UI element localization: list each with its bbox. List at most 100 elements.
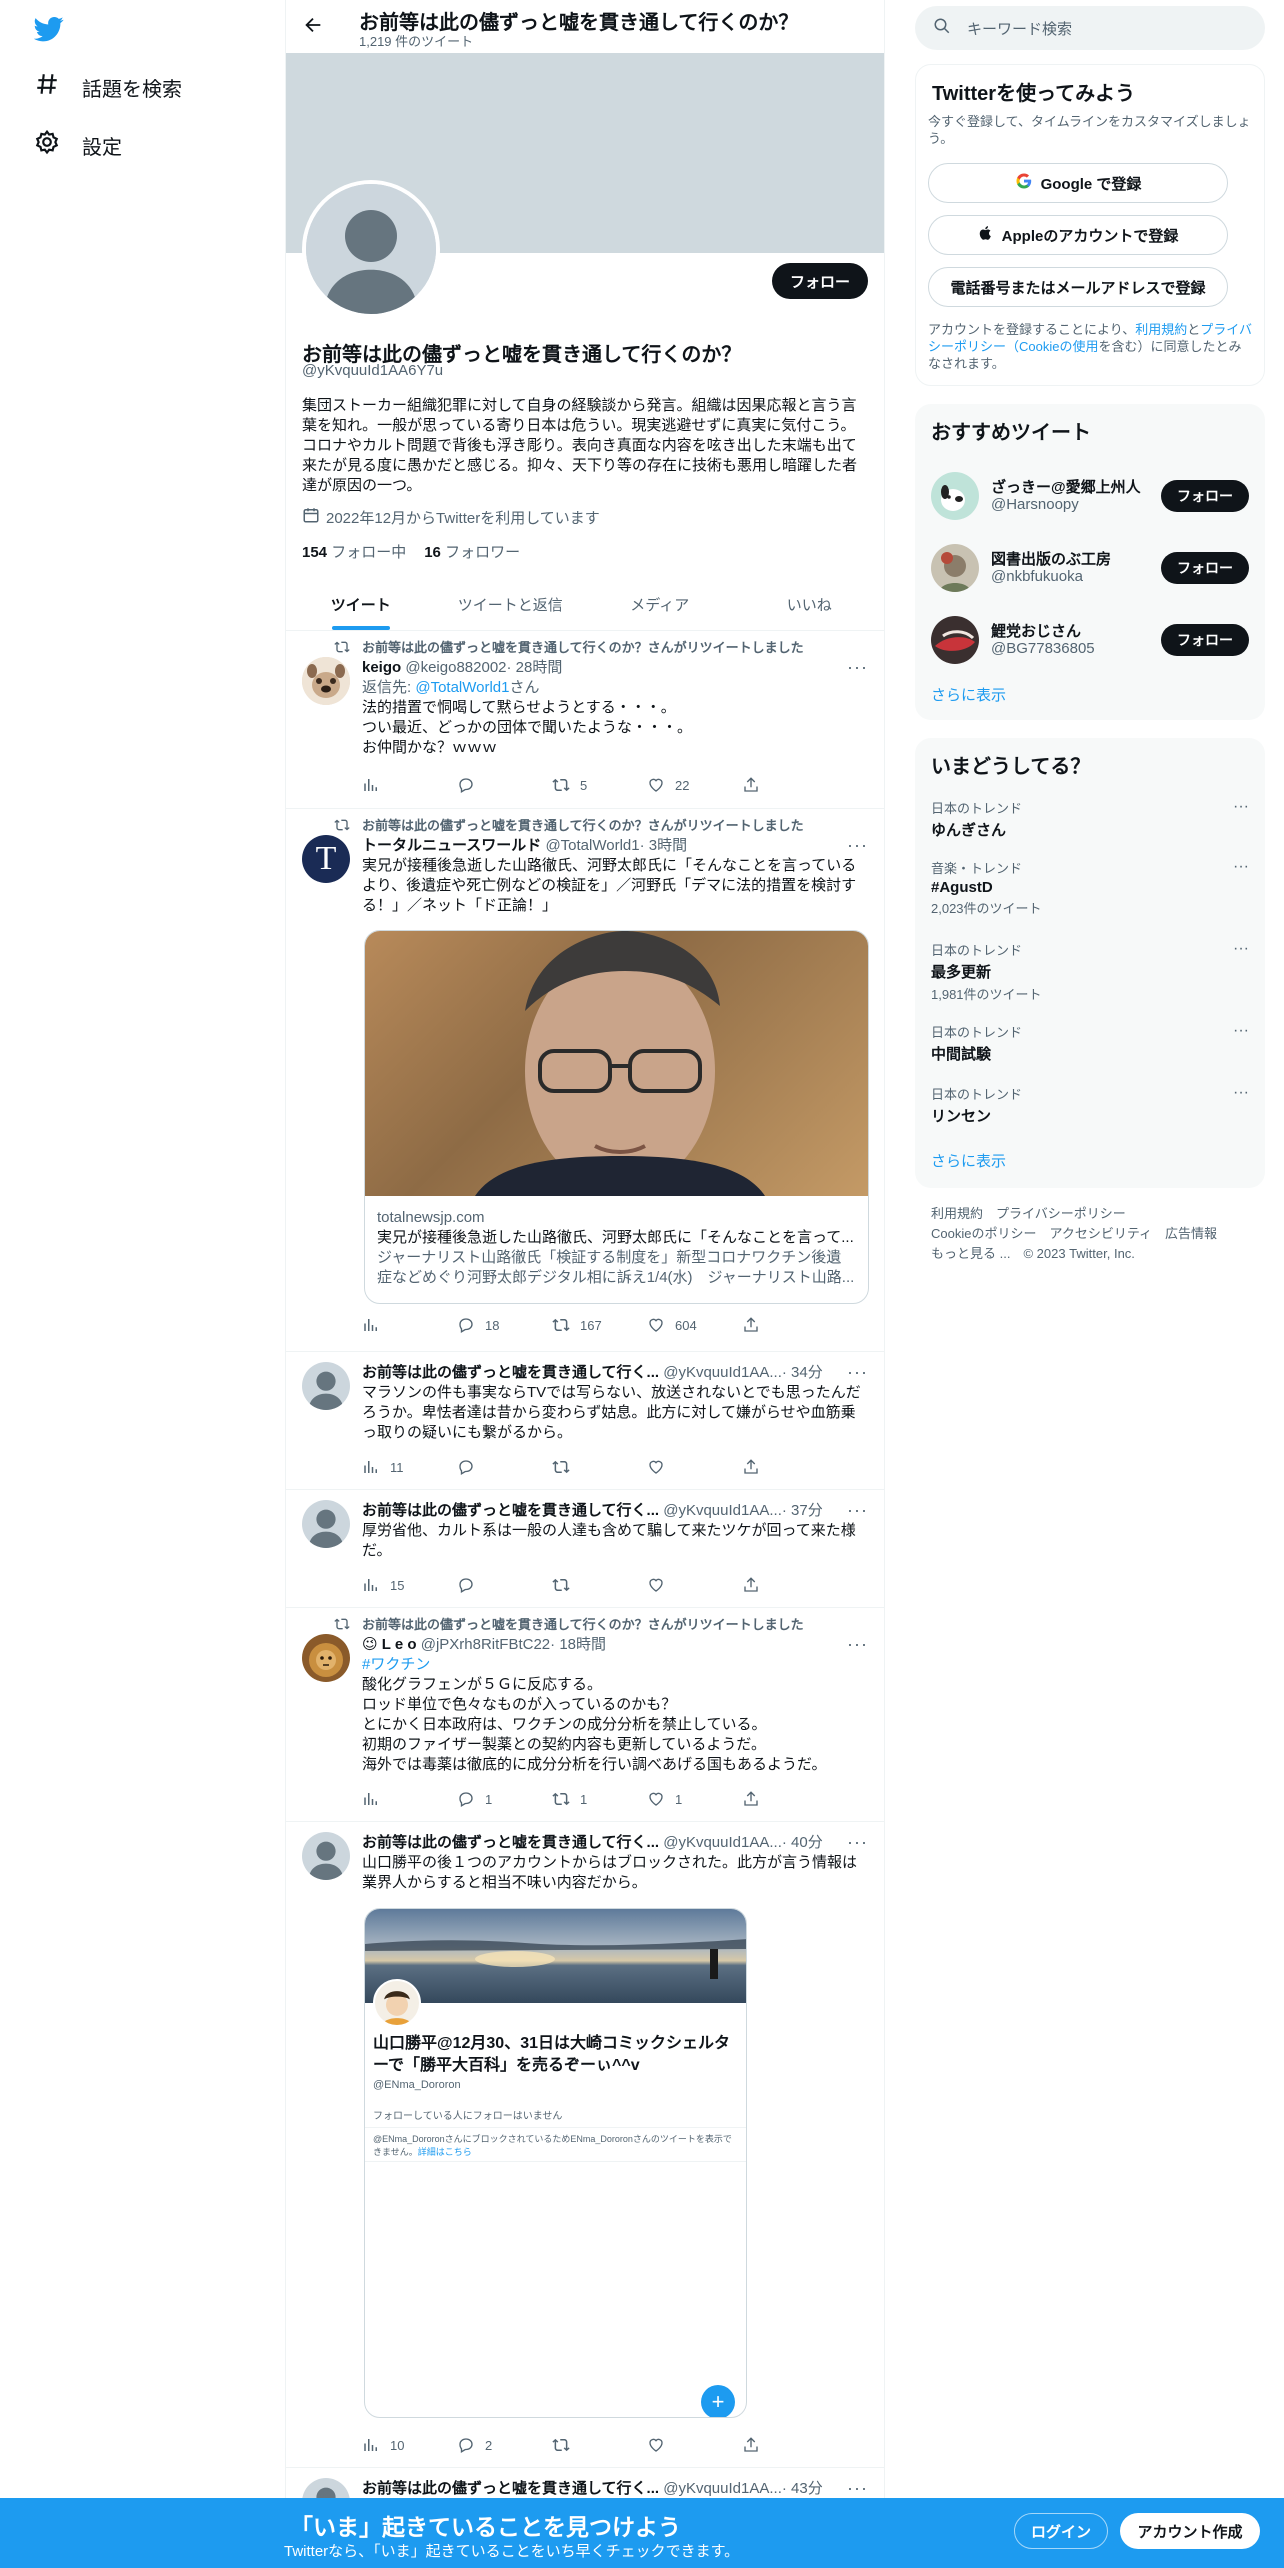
nav-settings[interactable]: 設定 bbox=[34, 125, 122, 165]
avatar[interactable]: T bbox=[302, 835, 350, 883]
tweet-time: · 18時間 bbox=[550, 1636, 607, 1653]
tweet[interactable]: お前等は此の儘ずっと嘘を貫き通して行くのか？さんがリツイートしました ··· 😉… bbox=[286, 1608, 884, 1822]
trend-context: 音楽・トレンド bbox=[931, 861, 1023, 876]
follow-button[interactable]: フォロー bbox=[1161, 624, 1249, 656]
tweet[interactable]: ··· お前等は此の儘ずっと嘘を貫き通して行く... @yKvquuId1AA.… bbox=[286, 1822, 884, 2468]
apple-signup-label: Appleのアカウントで登録 bbox=[1001, 227, 1179, 245]
trend-item[interactable]: 日本のトレンド リンセン ··· bbox=[931, 1084, 1249, 1126]
reply-icon bbox=[459, 1460, 473, 1475]
trend-item[interactable]: 音楽・トレンド #AgustD 2,023件のツイート ··· bbox=[931, 858, 1249, 917]
followers-link[interactable]: 16 フォロワー bbox=[424, 541, 520, 562]
reply-button[interactable] bbox=[457, 1576, 517, 1594]
back-arrow-icon[interactable] bbox=[302, 14, 326, 38]
share-button[interactable] bbox=[742, 1576, 802, 1594]
tab-tweets-replies[interactable]: ツイートと返信 bbox=[436, 578, 586, 630]
tweet[interactable]: ··· お前等は此の儘ずっと嘘を貫き通して行く... @yKvquuId1AA.… bbox=[286, 1490, 884, 1608]
avatar[interactable] bbox=[302, 1362, 350, 1410]
retweet-icon bbox=[552, 1460, 570, 1474]
like-button[interactable] bbox=[647, 1458, 707, 1476]
trend-item[interactable]: 日本のトレンド ゆんぎさん ··· bbox=[931, 798, 1249, 840]
like-button[interactable]: 1 bbox=[647, 1790, 707, 1808]
footer-line[interactable]: もっと見る ... © 2023 Twitter, Inc. bbox=[931, 1244, 1217, 1264]
tweet[interactable]: ··· お前等は此の儘ずっと嘘を貫き通して行く... @yKvquuId1AA.… bbox=[286, 1352, 884, 1490]
avatar[interactable] bbox=[302, 1500, 350, 1548]
follow-button[interactable]: フォロー bbox=[771, 263, 868, 299]
trend-item[interactable]: 日本のトレンド 最多更新 1,981件のツイート ··· bbox=[931, 940, 1249, 1003]
hashtag-link[interactable]: #ワクチン bbox=[362, 1655, 868, 1675]
tweet-body: keigo @keigo882002· 28時間 返信先: @TotalWorl… bbox=[362, 658, 868, 758]
reply-button[interactable]: 1 bbox=[457, 1790, 517, 1808]
follow-button[interactable]: フォロー bbox=[1161, 480, 1249, 512]
following-link[interactable]: 154 フォロー中 bbox=[302, 541, 406, 562]
link-domain: totalnewsjp.com bbox=[377, 1209, 485, 1226]
views-button[interactable]: 10 bbox=[362, 2436, 422, 2454]
trend-count: 1,981件のツイート bbox=[931, 987, 1042, 1002]
views-button[interactable] bbox=[362, 776, 422, 794]
like-button[interactable] bbox=[647, 2436, 707, 2454]
show-more-link[interactable]: さらに表示 bbox=[931, 1150, 1006, 1171]
more-icon[interactable]: ··· bbox=[1233, 940, 1249, 958]
reply-to-link[interactable]: @TotalWorld1 bbox=[415, 679, 509, 696]
reply-button[interactable] bbox=[457, 1458, 517, 1476]
views-button[interactable]: 15 bbox=[362, 1576, 422, 1594]
retweet-button[interactable]: 1 bbox=[552, 1790, 612, 1808]
profile-bio: 集団ストーカー組織犯罪に対して自身の経験談から発言。組織は因果応報と言う言葉を知… bbox=[302, 397, 858, 494]
like-button[interactable]: 22 bbox=[647, 776, 707, 794]
retweet-button[interactable]: 5 bbox=[552, 776, 612, 794]
retweet-button[interactable] bbox=[552, 2436, 612, 2454]
tweet-time: · 28時間 bbox=[506, 659, 563, 676]
more-icon[interactable]: ··· bbox=[1233, 858, 1249, 876]
login-button[interactable]: ログイン bbox=[1014, 2513, 1108, 2549]
share-button[interactable] bbox=[742, 1316, 802, 1334]
like-button[interactable] bbox=[647, 1576, 707, 1594]
link-card[interactable]: totalnewsjp.com 実兄が接種後急逝した山路徹氏、河野太郎氏に「そん… bbox=[364, 930, 869, 1304]
retweet-button[interactable] bbox=[552, 1458, 612, 1476]
more-icon[interactable]: ··· bbox=[1233, 798, 1249, 816]
views-button[interactable] bbox=[362, 1316, 422, 1334]
share-button[interactable] bbox=[742, 1458, 802, 1476]
tab-media[interactable]: メディア bbox=[585, 578, 735, 630]
reply-button[interactable]: 18 bbox=[457, 1316, 517, 1334]
retweet-icon bbox=[552, 1318, 570, 1332]
follow-button[interactable]: フォロー bbox=[1161, 552, 1249, 584]
reply-button[interactable]: 2 bbox=[457, 2436, 517, 2454]
avatar[interactable] bbox=[302, 1634, 350, 1682]
phone-signup-button[interactable]: 電話番号またはメールアドレスで登録 bbox=[928, 267, 1228, 307]
share-button[interactable] bbox=[742, 1790, 802, 1808]
views-button[interactable] bbox=[362, 1790, 422, 1808]
recommend-user[interactable]: 図書出版のぶ工房 @nkbfukuoka フォロー bbox=[915, 532, 1265, 604]
twitter-logo-icon[interactable] bbox=[33, 14, 64, 44]
share-button[interactable] bbox=[742, 776, 802, 794]
share-button[interactable] bbox=[742, 2436, 802, 2454]
trend-context: 日本のトレンド bbox=[931, 1087, 1023, 1102]
search-box[interactable]: キーワード検索 bbox=[915, 6, 1265, 50]
embedded-image[interactable]: 山口勝平@12月30、31日は大崎コミックシェルターで「勝平大百科」を売るぞーぃ… bbox=[364, 1908, 747, 2418]
nav-explore[interactable]: 話題を検索 bbox=[34, 67, 182, 107]
like-button[interactable]: 604 bbox=[647, 1316, 707, 1334]
avatar[interactable] bbox=[302, 657, 350, 705]
google-signup-button[interactable]: Google で登録 bbox=[928, 163, 1228, 203]
tweet[interactable]: お前等は此の儘ずっと嘘を貫き通して行くのか？さんがリツイートしました ··· k… bbox=[286, 631, 884, 809]
retweet-button[interactable]: 167 bbox=[552, 1316, 612, 1334]
search-input[interactable]: キーワード検索 bbox=[967, 18, 1072, 39]
trend-item[interactable]: 日本のトレンド 中間試験 ··· bbox=[931, 1022, 1249, 1064]
terms-link[interactable]: 利用規約 bbox=[1135, 322, 1187, 337]
more-icon[interactable]: ··· bbox=[1233, 1084, 1249, 1102]
show-more-link[interactable]: さらに表示 bbox=[931, 684, 1006, 705]
tab-tweets[interactable]: ツイート bbox=[286, 578, 436, 630]
tab-likes[interactable]: いいね bbox=[735, 578, 885, 630]
apple-signup-button[interactable]: Appleのアカウントで登録 bbox=[928, 215, 1228, 255]
retweet-button[interactable] bbox=[552, 1576, 612, 1594]
signup-button[interactable]: アカウント作成 bbox=[1120, 2513, 1260, 2549]
avatar[interactable] bbox=[302, 1832, 350, 1880]
reply-button[interactable] bbox=[457, 776, 517, 794]
footer-line[interactable]: Cookieのポリシー アクセシビリティ 広告情報 bbox=[931, 1224, 1217, 1244]
recommend-user[interactable]: ざっきー@愛郷上州人 @Harsnoopy フォロー bbox=[915, 460, 1265, 532]
tweet[interactable]: お前等は此の儘ずっと嘘を貫き通して行くのか？さんがリツイートしました T ···… bbox=[286, 809, 884, 1352]
views-button[interactable]: 11 bbox=[362, 1458, 422, 1476]
profile-avatar[interactable] bbox=[302, 180, 440, 318]
tweet-text: 山口勝平の後１つのアカウントからはブロックされた。此方が言う情報は業界人からする… bbox=[362, 1854, 858, 1891]
more-icon[interactable]: ··· bbox=[1233, 1022, 1249, 1040]
recommend-user[interactable]: 鯉党おじさん @BG77836805 フォロー bbox=[915, 604, 1265, 676]
footer-line[interactable]: 利用規約 プライバシーポリシー bbox=[931, 1204, 1217, 1224]
